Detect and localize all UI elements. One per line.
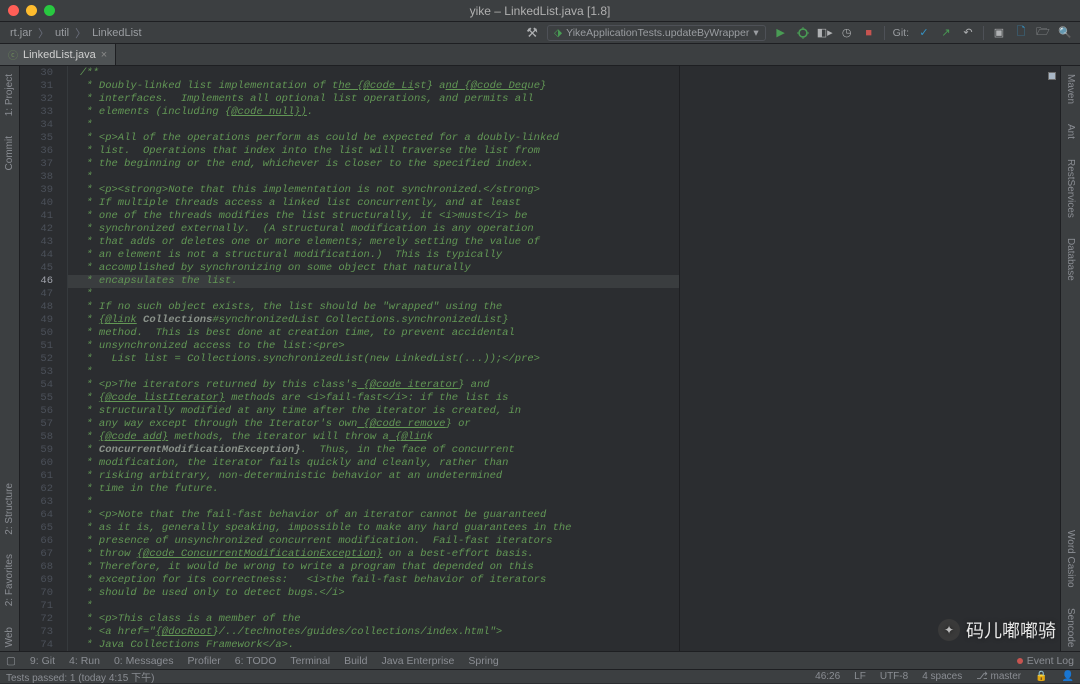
divider	[884, 26, 885, 40]
divider	[983, 26, 984, 40]
close-tab-icon[interactable]: ×	[101, 49, 107, 61]
chevron-right-icon: 〉	[75, 25, 86, 41]
tool-profiler[interactable]: Profiler	[187, 655, 220, 667]
status-branch[interactable]: ⎇ master	[976, 671, 1021, 682]
tool-sencode[interactable]: Sencode	[1065, 604, 1076, 651]
chevron-right-icon: 〉	[38, 25, 49, 41]
tool-spring[interactable]: Spring	[468, 655, 498, 667]
test-icon: ⬗	[554, 27, 562, 39]
tool-build[interactable]: Build	[344, 655, 367, 667]
tool-messages[interactable]: 0: Messages	[114, 655, 174, 667]
status-line-sep[interactable]: LF	[854, 671, 866, 682]
status-caret[interactable]: 46:26	[815, 671, 840, 682]
tool-terminal[interactable]: Terminal	[290, 655, 330, 667]
tool-git[interactable]: 9: Git	[30, 655, 55, 667]
tab-linkedlist[interactable]: ⓒ LinkedList.java ×	[0, 44, 116, 65]
java-class-icon: ⓒ	[8, 47, 18, 62]
run-icon[interactable]: ▶	[774, 26, 788, 40]
breadcrumb-root[interactable]: rt.jar	[8, 27, 34, 39]
tool-commit[interactable]: Commit	[4, 132, 15, 174]
debug-icon[interactable]	[796, 26, 810, 40]
left-tool-strip: 1: Project Commit 2: Structure 2: Favori…	[0, 66, 20, 651]
build-icon[interactable]	[525, 26, 539, 40]
git-push-icon[interactable]: ↗	[939, 26, 953, 40]
toolwindow-toggle-icon[interactable]: ▢	[6, 655, 16, 667]
watermark: ✦ 码儿嘟嘟骑	[938, 617, 1056, 643]
status-indent[interactable]: 4 spaces	[922, 671, 962, 682]
git-label: Git:	[893, 27, 909, 39]
readonly-lock-icon[interactable]: 🔒	[1035, 671, 1047, 682]
error-stripe-marker[interactable]	[1048, 72, 1056, 80]
git-branch-icon: ⎇	[976, 671, 988, 682]
tool-restservices[interactable]: RestServices	[1065, 155, 1076, 222]
coverage-icon[interactable]: ◧▸	[818, 26, 832, 40]
run-configuration-dropdown[interactable]: ⬗ YikeApplicationTests.updateByWrapper ▾	[547, 25, 766, 41]
tool-javaee[interactable]: Java Enterprise	[381, 655, 454, 667]
toolbar-right: ⬗ YikeApplicationTests.updateByWrapper ▾…	[525, 25, 1072, 41]
chevron-down-icon: ▾	[753, 27, 758, 39]
run-config-label: YikeApplicationTests.updateByWrapper	[566, 27, 749, 39]
breadcrumb-pkg[interactable]: util	[53, 27, 71, 39]
tool-structure[interactable]: 2: Structure	[4, 479, 15, 539]
window-title: yike – LinkedList.java [1.8]	[0, 4, 1080, 18]
git-history-icon[interactable]: ↶	[961, 26, 975, 40]
tab-label: LinkedList.java	[23, 49, 96, 61]
editor-tabs: ⓒ LinkedList.java ×	[0, 44, 1080, 66]
tool-run[interactable]: 4: Run	[69, 655, 100, 667]
file-icon[interactable]: 🗋	[1014, 26, 1028, 40]
notification-dot-icon	[1017, 658, 1023, 664]
macos-titlebar: yike – LinkedList.java [1.8]	[0, 0, 1080, 22]
tool-web[interactable]: Web	[4, 623, 15, 651]
code-editor[interactable]: /** * Doubly-linked list implementation …	[68, 66, 679, 651]
tool-favorites[interactable]: 2: Favorites	[4, 550, 15, 610]
status-tests: Tests passed: 1 (today 4:15 下午)	[6, 669, 154, 684]
tool-project[interactable]: 1: Project	[4, 70, 15, 120]
status-bar: Tests passed: 1 (today 4:15 下午) 46:26 LF…	[0, 669, 1080, 683]
status-encoding[interactable]: UTF-8	[880, 671, 908, 682]
git-pull-icon[interactable]: ✓	[917, 26, 931, 40]
watermark-text: 码儿嘟嘟骑	[966, 617, 1056, 643]
right-tool-strip: Maven Ant RestServices Database Word Cas…	[1060, 66, 1080, 651]
ide-update-icon[interactable]: ▣	[992, 26, 1006, 40]
main-toolbar: rt.jar 〉 util 〉 LinkedList ⬗ YikeApplica…	[0, 22, 1080, 44]
profile-icon[interactable]: ◷	[840, 26, 854, 40]
right-editor-pane[interactable]	[680, 66, 1060, 651]
tool-wordcasino[interactable]: Word Casino	[1065, 526, 1076, 592]
hector-icon[interactable]: 👤	[1062, 671, 1074, 682]
tool-todo[interactable]: 6: TODO	[235, 655, 277, 667]
tool-ant[interactable]: Ant	[1065, 120, 1076, 143]
tool-database[interactable]: Database	[1065, 234, 1076, 285]
event-log[interactable]: Event Log	[1017, 655, 1074, 667]
sync-icon[interactable]: 🗁	[1036, 26, 1050, 40]
search-icon[interactable]: 🔍	[1058, 26, 1072, 40]
stop-icon[interactable]: ■	[862, 26, 876, 40]
tool-maven[interactable]: Maven	[1065, 70, 1076, 108]
wechat-icon: ✦	[938, 619, 960, 641]
line-gutter[interactable]: 3031323334353637383940414243444546474849…	[20, 66, 68, 651]
breadcrumb-class[interactable]: LinkedList	[90, 27, 144, 39]
bottom-tool-bar: ▢ 9: Git 4: Run 0: Messages Profiler 6: …	[0, 651, 1080, 669]
editor-area: 3031323334353637383940414243444546474849…	[20, 66, 1060, 651]
